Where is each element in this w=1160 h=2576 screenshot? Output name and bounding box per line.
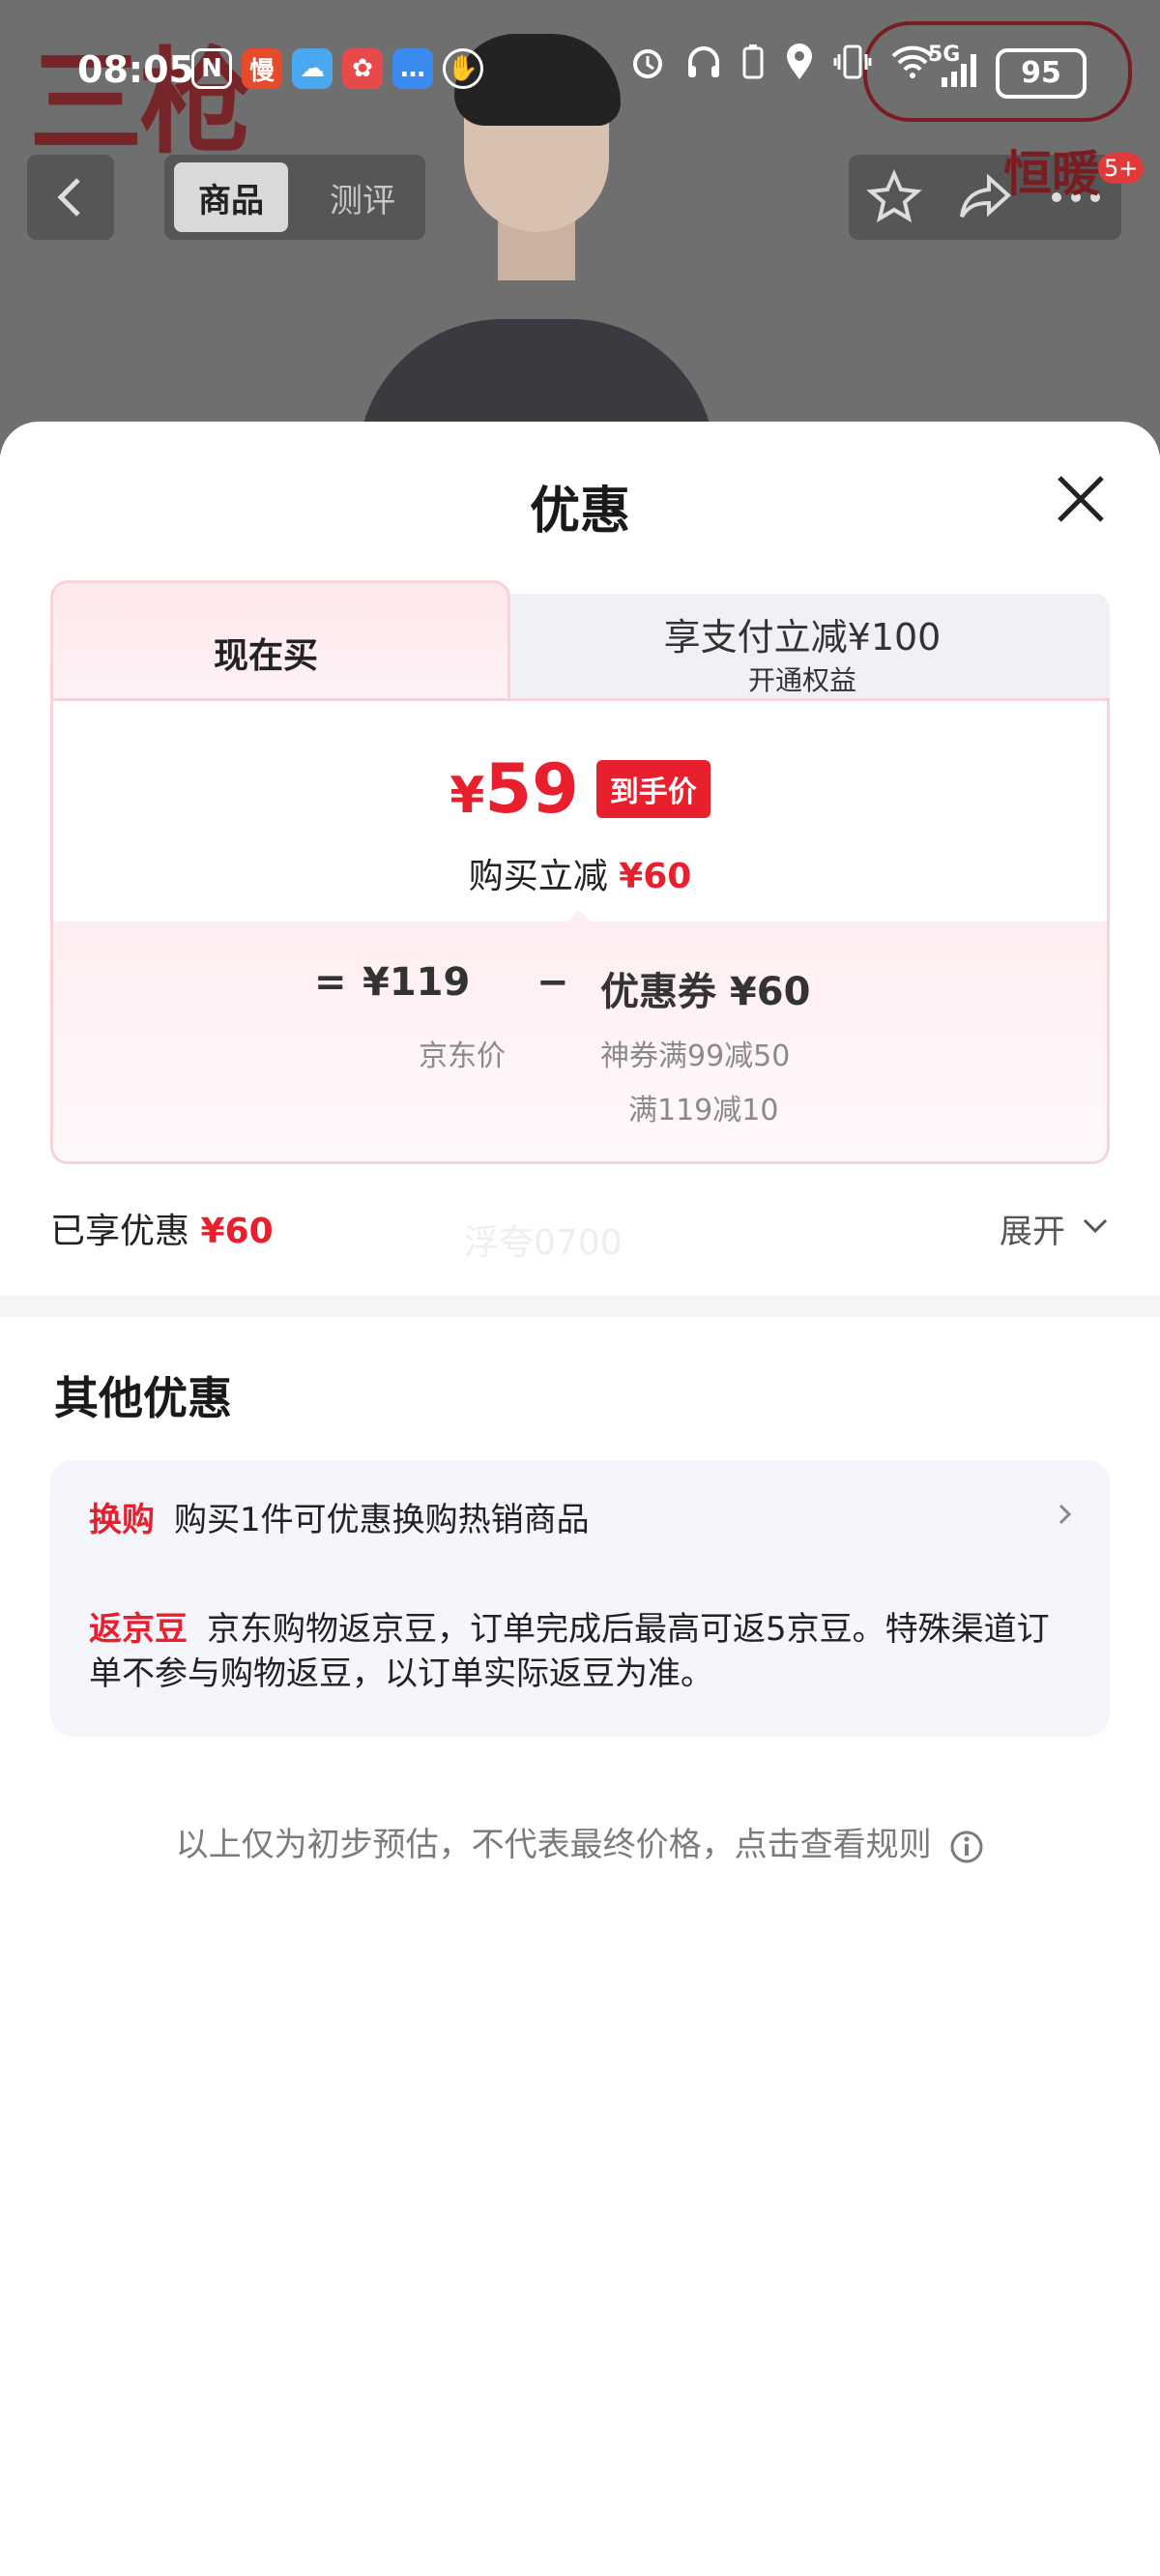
message-icon: …: [392, 48, 433, 89]
reduction-label: 购买立减: [468, 857, 608, 896]
vibrate-icon: [833, 44, 872, 79]
status-bar: 08:05 N 慢 ☁ ✿ … ✋ 5G 95: [0, 0, 1160, 135]
exchange-text: 购买1件可优惠换购热销商品: [174, 1501, 590, 1539]
price-breakdown: ¥59 到手价 购买立减 ¥60 = ¥119 − 优惠券 ¥60 京东价 神券…: [50, 698, 1110, 1164]
coupon-detail-2: 满119减10: [628, 1094, 779, 1127]
jd-beans-tag: 返京豆: [89, 1610, 188, 1649]
coupon-detail-1: 神券满99减50: [600, 1039, 791, 1073]
weather-icon: ☁: [292, 48, 333, 89]
chevron-down-icon[interactable]: [1081, 1211, 1110, 1240]
app-man-icon: 慢: [242, 48, 282, 89]
formula-area: [53, 922, 1107, 1161]
tab-review[interactable]: 测评: [309, 162, 416, 232]
price-card: 享支付立减¥100 开通权益 现在买 ¥59 到手价 购买立减 ¥60 = ¥1…: [50, 580, 1110, 1164]
purchase-reduction: 购买立减 ¥60: [53, 848, 1107, 898]
status-time: 08:05: [77, 48, 194, 91]
star-icon[interactable]: [865, 168, 923, 226]
sheet-title: 优惠: [529, 483, 630, 541]
other-discounts-card: 换购 购买1件可优惠换购热销商品 返京豆 京东购物返京豆，订单完成后最高可返5京豆。…: [50, 1460, 1110, 1737]
disclaimer-text: 以上仅为初步预估，不代表最终价格，点击查看规则: [175, 1826, 932, 1864]
pointer-arrow: [566, 910, 593, 923]
enjoyed-label: 已享优惠: [50, 1212, 190, 1251]
tab-payment-discount-subtitle: 开通权益: [747, 664, 856, 696]
headphones-icon: [688, 46, 719, 77]
other-discounts-title: 其他优惠: [54, 1372, 232, 1424]
jd-price-label: 京东价: [419, 1039, 506, 1073]
product-tabs: 商品 测评: [164, 155, 425, 240]
system-status-icons: [628, 43, 936, 81]
expand-button[interactable]: 展开: [1000, 1205, 1065, 1252]
enjoyed-discount: 已享优惠 ¥60: [50, 1203, 274, 1253]
section-divider: [0, 1296, 1160, 1317]
jd-beans-text: 京东购物返京豆，订单完成后最高可返5京豆。特殊渠道订单不参与购物返豆，以订单实际…: [89, 1610, 1050, 1693]
nfc-icon: N: [191, 48, 232, 89]
disclaimer-link[interactable]: 以上仅为初步预估，不代表最终价格，点击查看规则: [0, 1818, 1160, 1865]
list-item-jd-beans: 返京豆 京东购物返京豆，订单完成后最高可返5京豆。特殊渠道订单不参与购物返豆，以订…: [89, 1607, 1075, 1696]
notification-icons: N 慢 ☁ ✿ … ✋: [191, 48, 483, 89]
alarm-icon: [633, 49, 662, 78]
close-icon[interactable]: [1052, 470, 1110, 528]
device-battery-icon: [742, 44, 764, 79]
tab-product[interactable]: 商品: [174, 162, 288, 232]
brand-mark: 恒暖: [1003, 146, 1100, 202]
tab-buy-now-label: 现在买: [213, 636, 318, 676]
minus-sign: −: [536, 960, 569, 1005]
chevron-left-icon: [57, 178, 80, 217]
signal-icon: [942, 54, 976, 87]
final-price-row: ¥59 到手价: [53, 749, 1107, 829]
final-price: ¥59: [450, 749, 579, 829]
app-flower-icon: ✿: [342, 48, 383, 89]
exchange-tag: 换购: [89, 1501, 155, 1539]
final-price-tag: 到手价: [595, 760, 710, 818]
tab-buy-now[interactable]: 现在买: [50, 580, 510, 709]
gesture-icon: ✋: [443, 48, 483, 89]
enjoyed-amount: ¥60: [200, 1212, 274, 1251]
coupon-amount: 优惠券 ¥60: [600, 970, 811, 1014]
chevron-right-icon[interactable]: [1054, 1503, 1077, 1526]
message-badge: 5+: [1098, 153, 1145, 184]
tab-payment-discount-title: 享支付立减¥100: [663, 616, 942, 659]
reduction-amount: ¥60: [619, 857, 692, 896]
discount-sheet: 优惠 享支付立减¥100 开通权益 现在买 ¥59 到手价 购买立减 ¥60 =…: [0, 422, 1160, 2576]
equals-sign: =: [314, 960, 347, 1005]
jd-price: ¥119: [362, 960, 471, 1005]
list-item-exchange[interactable]: 换购 购买1件可优惠换购热销商品: [89, 1493, 590, 1540]
back-button[interactable]: [27, 155, 114, 240]
tab-payment-discount[interactable]: 享支付立减¥100 开通权益: [495, 594, 1110, 710]
battery-indicator: 95: [996, 48, 1087, 99]
location-icon: [787, 44, 812, 79]
watermark: 浮夸0700: [464, 1223, 623, 1263]
info-icon: [950, 1830, 983, 1862]
